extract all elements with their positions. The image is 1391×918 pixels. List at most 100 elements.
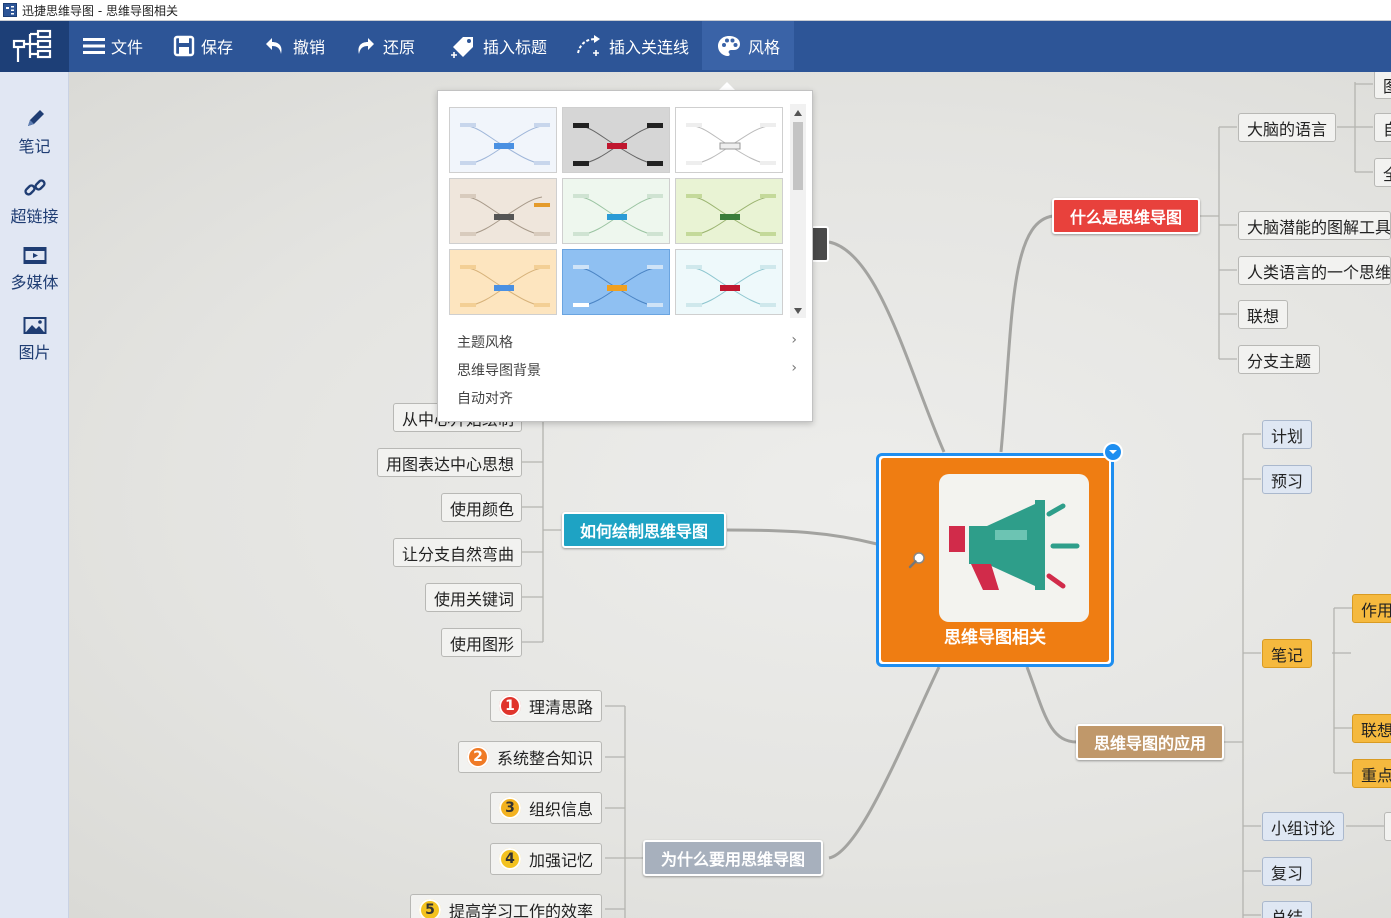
topic-image-center[interactable]: 用图表达中心思想 xyxy=(377,448,522,477)
topic-label: 联想 xyxy=(1361,720,1391,740)
branch-how-to-draw[interactable]: 如何绘制思维导图 xyxy=(562,512,727,548)
collapse-toggle-icon[interactable] xyxy=(1103,442,1123,462)
sidebar-hyperlink-label: 超链接 xyxy=(10,207,59,226)
menu-theme-style[interactable]: 主题风格 › xyxy=(457,332,797,352)
menu-auto-align[interactable]: 自动对齐 xyxy=(457,388,797,408)
topic-edge-tag-3[interactable]: 全 xyxy=(1374,158,1391,187)
number-3-icon: 3 xyxy=(499,797,521,819)
save-button[interactable]: 保存 xyxy=(173,21,233,70)
topic-label: 自 xyxy=(1383,116,1391,140)
topic-label: 使用关键词 xyxy=(434,589,515,609)
topic-label: 提高学习工作的效率 xyxy=(449,902,594,918)
theme-thumbnail-6[interactable] xyxy=(675,178,783,244)
redo-button[interactable]: 还原 xyxy=(353,21,415,70)
topic-use-graphics[interactable]: 使用图形 xyxy=(441,628,522,657)
topic-label: 笔记 xyxy=(1271,645,1304,665)
topic-label: 预习 xyxy=(1271,471,1304,491)
sidebar-multimedia[interactable]: 多媒体 xyxy=(0,246,69,293)
menu-mindmap-background[interactable]: 思维导图背景 › xyxy=(457,360,797,380)
topic-label: 大脑的语言 xyxy=(1247,119,1328,139)
topic-notes-key-points[interactable]: 重点 xyxy=(1352,759,1391,788)
topic-brain-potential-tool[interactable]: 大脑潜能的图解工具 xyxy=(1238,211,1391,240)
theme-thumbnail-7[interactable] xyxy=(449,249,557,315)
topic-label: 让分支自然弯曲 xyxy=(402,544,515,564)
topic-summary[interactable]: 总结 xyxy=(1262,901,1313,918)
theme-thumbnail-5[interactable] xyxy=(562,178,670,244)
topic-preview[interactable]: 预习 xyxy=(1262,465,1313,494)
number-2-icon: 2 xyxy=(467,746,489,768)
sidebar-hyperlink[interactable]: 超链接 xyxy=(0,176,69,227)
topic-human-language[interactable]: 人类语言的一个思维 xyxy=(1238,256,1391,285)
topic-notes-association[interactable]: 联想 xyxy=(1352,714,1391,743)
branch-what-is-mindmap[interactable]: 什么是思维导图 xyxy=(1052,198,1201,234)
insert-topic-button[interactable]: 插入标题 xyxy=(449,21,547,70)
topic-why-1[interactable]: 1 理清思路 xyxy=(490,690,603,722)
undo-button[interactable]: 撤销 xyxy=(263,21,325,70)
theme-thumbnail-3[interactable] xyxy=(675,107,783,173)
topic-label: 全 xyxy=(1383,161,1391,185)
theme-thumbnail-8[interactable] xyxy=(562,249,670,315)
hamburger-icon xyxy=(83,37,105,54)
menu-theme-style-label: 主题风格 xyxy=(457,335,513,351)
topic-label: 组织信息 xyxy=(529,800,594,819)
topic-why-5[interactable]: 5 提高学习工作的效率 xyxy=(410,894,603,918)
insert-topic-label: 插入标题 xyxy=(483,37,548,57)
topic-association[interactable]: 联想 xyxy=(1238,300,1289,329)
topic-notes[interactable]: 笔记 xyxy=(1262,639,1313,668)
branch-how-label: 如何绘制思维导图 xyxy=(580,522,709,541)
pencil-icon xyxy=(27,110,44,126)
redo-arrow-icon xyxy=(358,37,374,54)
theme-thumbnail-9[interactable] xyxy=(675,249,783,315)
topic-label: 计划 xyxy=(1271,426,1304,446)
magnifier-icon[interactable] xyxy=(907,550,927,570)
topic-why-2[interactable]: 2 系统整合知识 xyxy=(458,741,603,773)
app-logo-icon xyxy=(3,3,17,17)
megaphone-icon xyxy=(939,474,1089,622)
topic-group-discussion[interactable]: 小组讨论 xyxy=(1262,812,1345,841)
topic-keywords[interactable]: 使用关键词 xyxy=(425,583,522,612)
sidebar-notes[interactable]: 笔记 xyxy=(0,108,69,157)
central-topic-label: 思维导图相关 xyxy=(944,628,1046,648)
insert-connector-button[interactable]: 插入关连线 xyxy=(575,21,689,70)
undo-label: 撤销 xyxy=(293,37,326,57)
theme-thumbnail-2[interactable] xyxy=(562,107,670,173)
save-label: 保存 xyxy=(201,37,234,57)
topic-edge-tag-2[interactable]: 自 xyxy=(1374,113,1391,142)
topic-edge-tag-1[interactable]: 图 xyxy=(1374,72,1391,99)
topic-label: 人类语言的一个思维 xyxy=(1247,262,1391,282)
topic-plan[interactable]: 计划 xyxy=(1262,420,1313,449)
topic-label: 作用 xyxy=(1361,600,1391,620)
file-button[interactable]: 文件 xyxy=(83,21,143,70)
submenu-arrow-icon: › xyxy=(791,332,797,348)
branch-why-label: 为什么要用思维导图 xyxy=(661,850,806,869)
topic-why-4[interactable]: 4 加强记忆 xyxy=(490,843,603,875)
connector-curve-icon xyxy=(577,34,600,56)
branch-why-use[interactable]: 为什么要用思维导图 xyxy=(643,840,824,876)
topic-label: 小组讨论 xyxy=(1271,818,1336,838)
style-button[interactable]: 风格 xyxy=(702,21,795,70)
topic-branch-topic[interactable]: 分支主题 xyxy=(1238,345,1321,374)
theme-thumbnail-1[interactable] xyxy=(449,107,557,173)
theme-scrollbar[interactable] xyxy=(790,104,806,318)
topic-discussion-child[interactable] xyxy=(1384,812,1391,841)
undo-arrow-icon xyxy=(266,37,282,54)
topic-notes-role[interactable]: 作用 xyxy=(1352,594,1391,623)
window-title: 迅捷思维导图 - 思维导图相关 xyxy=(22,3,178,18)
mindmap-logo-icon xyxy=(12,29,52,62)
topic-label: 使用颜色 xyxy=(450,499,515,519)
app-menu-button[interactable] xyxy=(0,21,69,72)
topic-label: 复习 xyxy=(1271,863,1304,883)
topic-review[interactable]: 复习 xyxy=(1262,857,1313,886)
sidebar-image-label: 图片 xyxy=(18,343,51,362)
branch-applications[interactable]: 思维导图的应用 xyxy=(1076,724,1225,760)
topic-use-color[interactable]: 使用颜色 xyxy=(441,493,522,522)
topic-brain-language[interactable]: 大脑的语言 xyxy=(1238,113,1337,142)
topic-why-3[interactable]: 3 组织信息 xyxy=(490,792,603,824)
topic-curved-branches[interactable]: 让分支自然弯曲 xyxy=(393,538,522,567)
number-1-icon: 1 xyxy=(499,695,521,717)
theme-thumbnail-4[interactable] xyxy=(449,178,557,244)
sidebar-image[interactable]: 图片 xyxy=(0,316,69,363)
number-5-icon: 5 xyxy=(419,899,441,918)
floppy-disk-icon xyxy=(173,35,195,56)
chain-link-icon xyxy=(23,179,46,196)
